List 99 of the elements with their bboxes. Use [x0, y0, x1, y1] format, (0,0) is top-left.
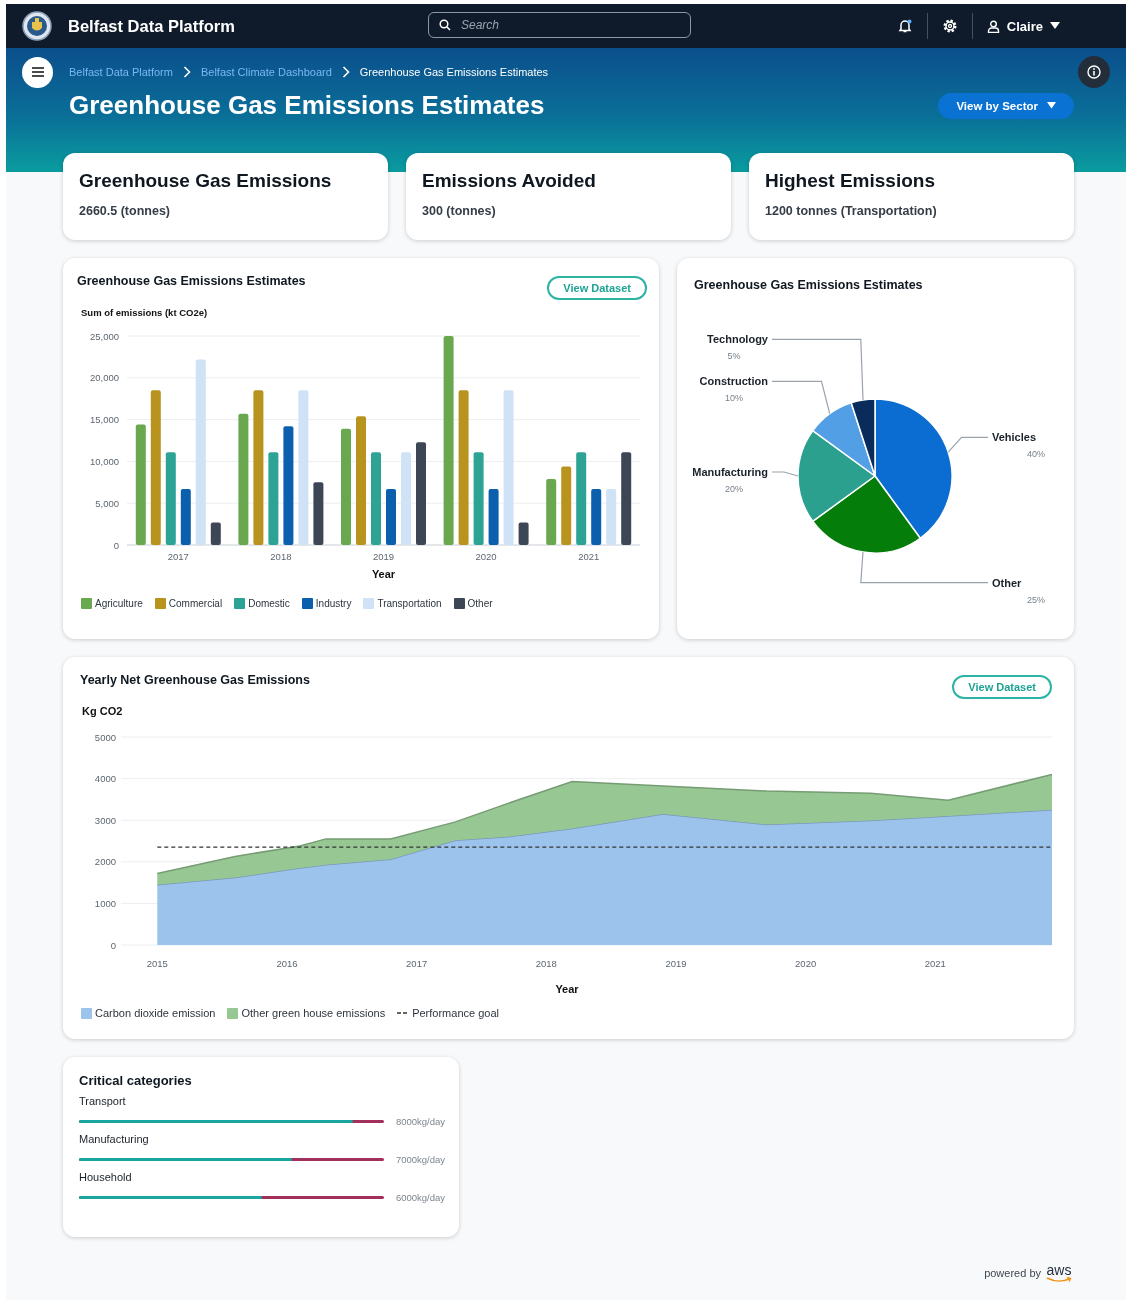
axis-title: Sum of emissions (kt CO2e): [81, 307, 208, 318]
chevron-icon: [182, 66, 191, 78]
bar: [180, 489, 191, 545]
legend-label: Performance goal: [412, 1007, 499, 1019]
user-icon: [986, 19, 1000, 33]
axis-label: 0: [110, 939, 116, 951]
axis-title: Year: [371, 568, 396, 580]
leader-line: [771, 471, 799, 477]
axis-label: 2016: [276, 958, 298, 969]
axis-label: 2020: [475, 551, 497, 562]
user-menu[interactable]: Claire: [986, 18, 1060, 34]
search-field[interactable]: Search: [428, 12, 691, 38]
crest-logo[interactable]: [22, 11, 52, 41]
axis-label: 5000: [94, 731, 116, 743]
slice-label: Technology: [707, 333, 768, 346]
bar: [606, 489, 617, 545]
bell-icon[interactable]: [896, 18, 913, 34]
breadcrumb-link[interactable]: Belfast Climate Dashboard: [200, 66, 332, 78]
bar: [313, 482, 324, 545]
slice-label: Other: [992, 576, 1022, 589]
info-icon: [1087, 65, 1101, 79]
card-title: Emissions Avoided: [422, 170, 597, 192]
axis-label: 15,000: [89, 414, 119, 426]
card-value: 300 (tonnes): [422, 204, 497, 218]
axis-label: 2018: [270, 551, 292, 562]
category-label: Household: [79, 1171, 133, 1183]
axis-label: 10,000: [89, 455, 119, 467]
menu-button[interactable]: [22, 56, 53, 88]
axis-label: 20,000: [89, 372, 119, 384]
axis-title: Kg CO2: [82, 705, 123, 717]
card-value: 2660.5 (tonnes): [79, 204, 171, 218]
axis-label: 5,000: [95, 497, 119, 509]
page-title: Greenhouse Gas Emissions Estimates: [69, 90, 545, 121]
legend-label: Industry: [315, 598, 352, 609]
chevron-icon: [341, 66, 350, 78]
legend-label: Carbon dioxide emission: [95, 1007, 216, 1019]
slice-percent: 5%: [727, 351, 741, 362]
category-label: Transport: [79, 1095, 127, 1107]
slice-percent: 20%: [725, 484, 743, 494]
slice-label: Vehicles: [992, 431, 1037, 444]
search-input[interactable]: Search: [459, 17, 663, 33]
view-dataset-button[interactable]: View Dataset: [547, 276, 647, 300]
axis-label: 2015: [146, 958, 168, 969]
category-value: 8000kg/day: [395, 1116, 445, 1127]
axis-title: Year: [555, 983, 579, 995]
panel-title: Greenhouse Gas Emissions Estimates: [693, 278, 924, 292]
caret-icon: [1047, 102, 1056, 109]
settings-icon[interactable]: [941, 18, 958, 34]
legend-label: Transportation: [377, 598, 442, 609]
view-dataset-button[interactable]: View Dataset: [952, 675, 1052, 699]
breadcrumb-link[interactable]: Belfast Data Platform: [69, 66, 173, 78]
bar: [546, 478, 557, 545]
legend-label: Commercial: [168, 598, 223, 609]
slice-label: Construction: [699, 375, 768, 388]
caret-icon: [1050, 22, 1060, 30]
app-title[interactable]: Belfast Data Platform: [68, 16, 235, 36]
bar: [488, 489, 499, 545]
axis-label: 2021: [578, 551, 600, 562]
axis-label: 25,000: [89, 330, 119, 342]
bar: [210, 522, 221, 545]
menu-icon: [31, 67, 44, 77]
aws-logo: aws: [1046, 1263, 1072, 1283]
axis-label: 2019: [665, 958, 687, 969]
axis-label: 2020: [795, 958, 817, 969]
bar: [591, 489, 602, 545]
slice-percent: 10%: [725, 393, 743, 404]
panel-title: Yearly Net Greenhouse Gas Emissions: [80, 673, 310, 687]
panel-title: Greenhouse Gas Emissions Estimates: [77, 274, 306, 288]
category-label: Manufacturing: [79, 1133, 150, 1145]
legend-label: Agriculture: [95, 598, 143, 609]
axis-label: 2021: [924, 958, 946, 969]
axis-label: 2017: [167, 551, 189, 562]
legend-label: Other: [467, 598, 493, 609]
category-value: 7000kg/day: [395, 1154, 445, 1165]
bar: [386, 489, 396, 545]
leader-line: [947, 436, 989, 453]
axis-label: 0: [113, 539, 119, 551]
axis-label: 2000: [94, 856, 116, 868]
axis-label: 1000: [94, 897, 116, 909]
view-by-sector-button[interactable]: View by Sector: [938, 92, 1074, 119]
axis-label: 2019: [372, 551, 395, 562]
legend-label: Other green house emissions: [241, 1007, 386, 1019]
info-button[interactable]: [1078, 56, 1110, 88]
search-icon: [439, 19, 451, 31]
slice-percent: 25%: [1027, 594, 1045, 605]
axis-label: 3000: [94, 814, 116, 826]
bar: [518, 522, 529, 545]
axis-label: 4000: [94, 773, 116, 785]
slice-percent: 40%: [1027, 449, 1045, 460]
axis-label: 2017: [406, 958, 428, 969]
powered-by-text: powered by: [984, 1267, 1041, 1281]
slice-label: Manufacturing: [692, 466, 768, 478]
panel-title: Critical categories: [79, 1073, 193, 1088]
legend-label: Domestic: [248, 598, 290, 609]
card-title: Greenhouse Gas Emissions: [79, 170, 333, 192]
category-value: 6000kg/day: [395, 1192, 445, 1203]
card-title: Highest Emissions: [765, 170, 936, 192]
card-value: 1200 tonnes (Transportation): [765, 204, 938, 218]
axis-label: 2018: [535, 958, 557, 969]
